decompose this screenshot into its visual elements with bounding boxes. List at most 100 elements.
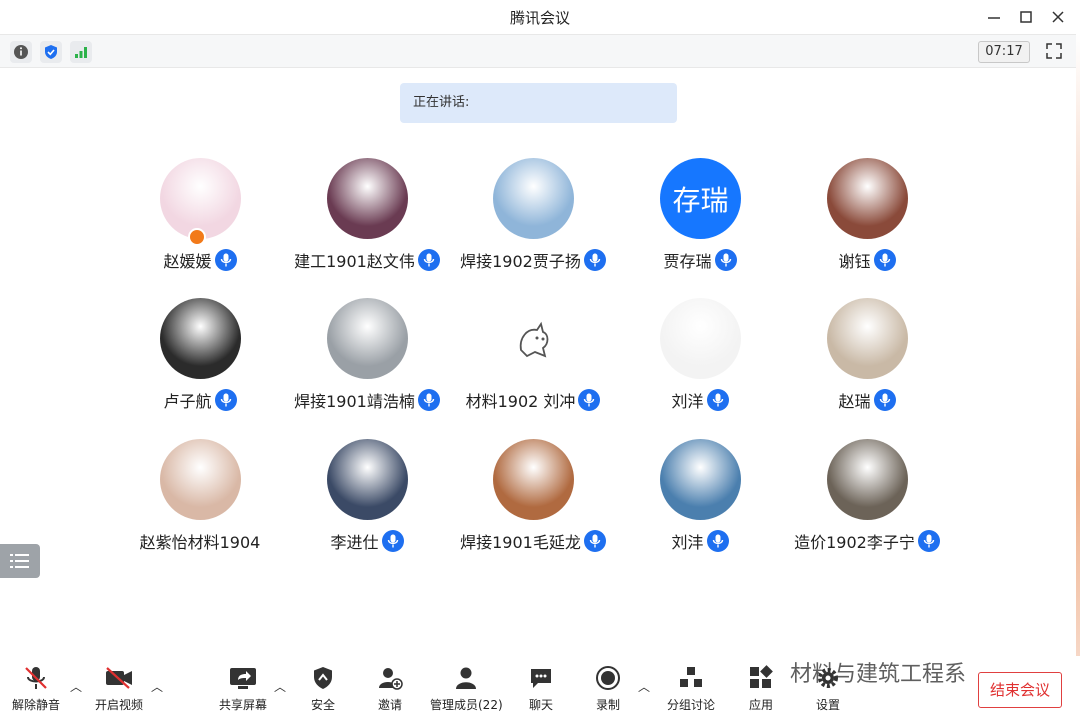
video-options-caret[interactable]: ︿ (151, 678, 163, 695)
shield-icon (45, 45, 57, 59)
record-options-caret[interactable]: ︿ (638, 678, 650, 695)
record-icon (596, 666, 620, 690)
participant-name: 卢子航 (163, 392, 212, 411)
title-bar: 腾讯会议 (0, 0, 1080, 34)
add-user-icon (379, 668, 403, 690)
apps-button[interactable]: 应用 (748, 664, 774, 713)
participant-name: 焊接1901毛延龙 (460, 533, 581, 552)
participant-tile[interactable]: 卢子航 (120, 298, 280, 428)
participant-tile[interactable]: 赵紫怡材料1904 (120, 439, 280, 569)
microphone-icon (214, 389, 237, 411)
invite-button[interactable]: 邀请 (377, 664, 403, 713)
meeting-toolbar: 07:17 (0, 34, 1080, 68)
fullscreen-icon (1046, 43, 1062, 59)
participant-avatar (493, 439, 574, 520)
minimize-button[interactable] (982, 6, 1006, 28)
participant-name: 造价1902李子宁 (794, 533, 915, 552)
microphone-icon (706, 530, 729, 552)
breakout-icon (680, 667, 702, 687)
share-options-caret[interactable]: ︿ (274, 678, 286, 695)
participant-tile[interactable]: 焊接1901靖浩楠 (287, 298, 447, 428)
maximize-button[interactable] (1014, 6, 1038, 28)
participant-avatar: 存瑞 (660, 158, 741, 239)
bottom-control-bar: 解除静音 ︿ 开启视频 ︿ 共享屏幕 ︿ 安全 邀请 管理成员(22) 聊天 录… (0, 656, 1080, 720)
record-button[interactable]: 录制 (595, 664, 621, 713)
participant-avatar (327, 439, 408, 520)
shield-icon (314, 667, 332, 689)
participant-name: 谢钰 (838, 252, 871, 271)
info-icon (14, 45, 28, 59)
participant-name: 焊接1902贾子扬 (460, 252, 581, 271)
share-screen-button[interactable]: 共享屏幕 (219, 664, 267, 713)
unmute-button[interactable]: 解除静音 (12, 664, 60, 713)
participant-tile[interactable]: 焊接1901毛延龙 (453, 439, 613, 569)
participant-tile[interactable]: 赵媛媛 (120, 158, 280, 288)
participant-avatar (160, 158, 241, 239)
start-video-button[interactable]: 开启视频 (95, 664, 143, 713)
chat-button[interactable]: 聊天 (528, 664, 554, 713)
participant-avatar (160, 439, 241, 520)
settings-button[interactable]: 设置 (815, 664, 841, 713)
participant-name: 焊接1901靖浩楠 (294, 392, 415, 411)
cat-sticker-icon (519, 321, 549, 358)
participant-tile[interactable]: 赵瑞 (787, 298, 947, 428)
camera-off-icon (106, 667, 132, 689)
close-icon (1052, 11, 1064, 23)
participant-tile[interactable]: 谢钰 (787, 158, 947, 288)
participant-name: 材料1902 刘冲 (465, 392, 576, 411)
participant-avatar (827, 158, 908, 239)
participant-avatar (827, 439, 908, 520)
network-signal-button[interactable] (70, 41, 92, 63)
participant-name: 李进仕 (330, 533, 379, 552)
microphone-icon (214, 249, 237, 271)
security-button[interactable]: 安全 (310, 664, 336, 713)
participant-name: 刘沣 (671, 533, 704, 552)
microphone-icon (917, 530, 940, 552)
close-button[interactable] (1046, 6, 1070, 28)
participant-name: 刘洋 (671, 392, 704, 411)
participant-avatar (327, 298, 408, 379)
microphone-icon (873, 389, 896, 411)
microphone-muted-icon (25, 667, 47, 689)
participant-name: 赵瑞 (838, 392, 871, 411)
gear-icon (818, 668, 838, 688)
participant-avatar (327, 158, 408, 239)
participant-avatar (160, 298, 241, 379)
meeting-info-button[interactable] (10, 41, 32, 63)
participant-name-row: 赵瑞 (767, 388, 967, 412)
participant-avatar (493, 298, 574, 379)
participant-name: 贾存瑞 (663, 252, 712, 271)
list-icon (10, 554, 29, 568)
participant-tile[interactable]: 刘沣 (620, 439, 780, 569)
share-screen-icon (230, 668, 256, 689)
members-icon (456, 667, 477, 689)
microphone-icon (873, 249, 896, 271)
audio-options-caret[interactable]: ︿ (70, 678, 82, 695)
signal-icon (75, 47, 87, 58)
speaking-banner: 正在讲话: (400, 83, 677, 123)
apps-icon (750, 665, 773, 688)
participant-tile[interactable]: 焊接1902贾子扬 (453, 158, 613, 288)
chat-icon (531, 669, 551, 688)
microphone-icon (706, 389, 729, 411)
participant-avatar (660, 298, 741, 379)
breakout-button[interactable]: 分组讨论 (667, 664, 715, 713)
participant-avatar (660, 439, 741, 520)
member-list-toggle[interactable] (0, 544, 40, 578)
microphone-icon (578, 389, 601, 411)
microphone-icon (714, 249, 737, 271)
manage-members-button[interactable]: 管理成员(22) (430, 664, 503, 713)
participant-tile[interactable]: 造价1902李子宁 (787, 439, 947, 569)
participant-tile[interactable]: 李进仕 (287, 439, 447, 569)
participant-tile[interactable]: 刘洋 (620, 298, 780, 428)
participant-tile[interactable]: 建工1901赵文伟 (287, 158, 447, 288)
participant-avatar (827, 298, 908, 379)
security-shield-button[interactable] (40, 41, 62, 63)
participant-tile[interactable]: 材料1902 刘冲 (453, 298, 613, 428)
end-meeting-button[interactable]: 结束会议 (978, 672, 1062, 708)
participant-tile[interactable]: 存瑞 贾存瑞 (620, 158, 780, 288)
fullscreen-button[interactable] (1042, 40, 1066, 62)
participant-avatar (493, 158, 574, 239)
participant-name-row: 谢钰 (767, 248, 967, 272)
participant-name: 建工1901赵文伟 (294, 252, 415, 271)
